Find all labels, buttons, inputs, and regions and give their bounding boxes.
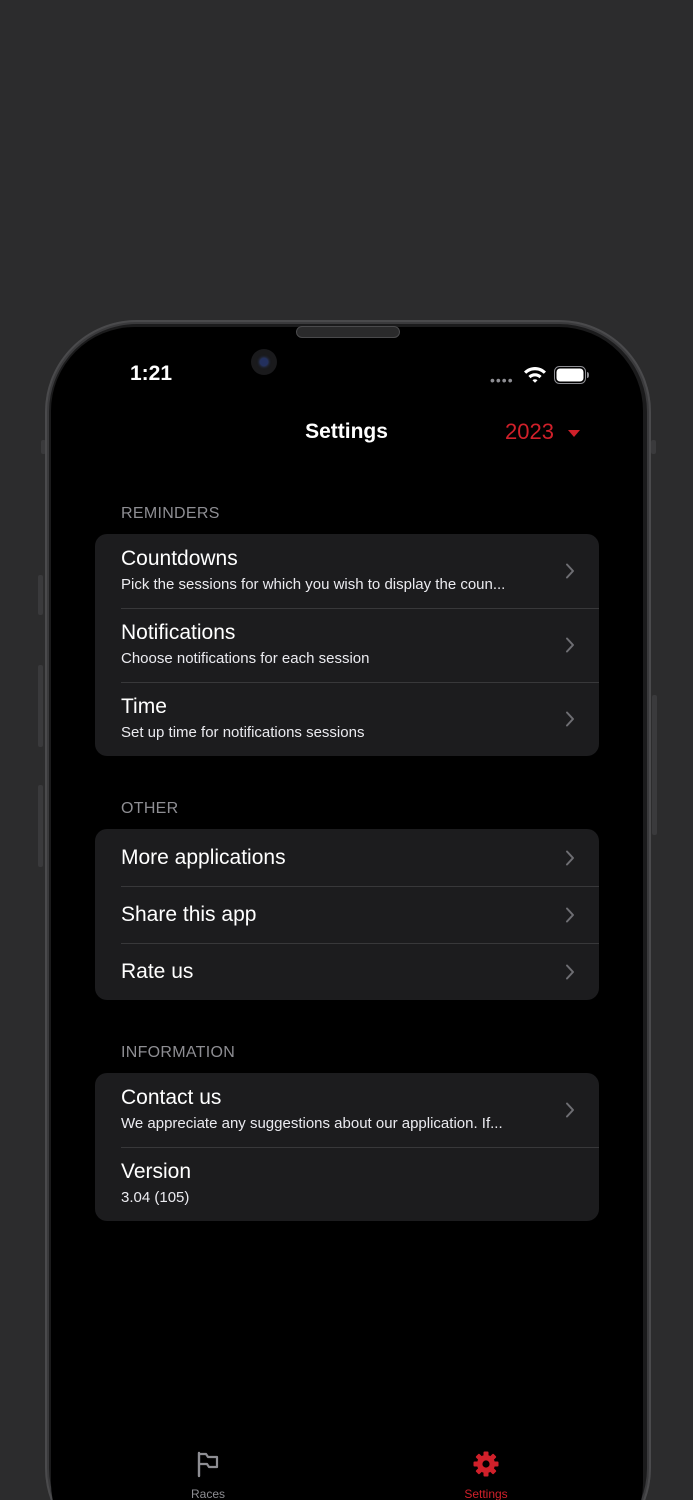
chevron-right-icon [566,850,574,866]
row-title: Rate us [121,960,194,983]
row-title: Notifications [121,621,236,644]
speaker-grille [296,326,400,338]
reminders-group: Countdowns Pick the sessions for which y… [95,534,599,756]
device-stage: 1:21 •••• Settings 2023 REMINDERS Countd… [0,0,693,1500]
more-applications-row[interactable]: More applications [95,829,599,886]
row-title: Countdowns [121,547,238,570]
notifications-row[interactable]: Notifications Choose notifications for e… [95,608,599,682]
flag-icon [197,1451,219,1478]
countdowns-row[interactable]: Countdowns Pick the sessions for which y… [95,534,599,608]
row-title: Version [121,1160,192,1183]
page-title: Settings [305,420,388,443]
chevron-right-icon [566,1102,574,1118]
section-header-other: OTHER [121,800,179,817]
row-title: Contact us [121,1086,222,1109]
version-row: Version 3.04 (105) [95,1147,599,1221]
gear-icon [473,1451,499,1477]
other-group: More applications Share this app Rate us [95,829,599,1000]
section-header-information: INFORMATION [121,1044,236,1061]
signal-dots-icon: •••• [490,372,514,388]
version-value: 3.04 (105) [121,1189,190,1206]
tab-settings[interactable]: Settings [451,1450,521,1500]
chevron-right-icon [566,563,574,579]
phone-volume-up [38,665,43,747]
chevron-right-icon [566,907,574,923]
battery-icon [554,366,589,384]
tab-label: Settings [464,1487,508,1500]
row-title: Share this app [121,903,257,926]
phone-volume-down [38,785,43,867]
share-app-row[interactable]: Share this app [95,886,599,943]
front-camera [251,349,277,375]
row-subtitle: Set up time for notifications sessions [121,724,365,741]
year-dropdown[interactable]: 2023 [505,419,580,445]
rate-us-row[interactable]: Rate us [95,943,599,1000]
chevron-right-icon [566,637,574,653]
row-title: Time [121,695,167,718]
tab-races[interactable]: Races [178,1450,238,1500]
chevron-right-icon [566,711,574,727]
wifi-icon [524,367,546,383]
contact-us-row[interactable]: Contact us We appreciate any suggestions… [95,1073,599,1147]
phone-power-button [652,695,657,835]
year-dropdown-value: 2023 [505,419,554,444]
row-subtitle: Pick the sessions for which you wish to … [121,576,506,593]
row-title: More applications [121,846,286,869]
information-group: Contact us We appreciate any suggestions… [95,1073,599,1221]
row-subtitle: Choose notifications for each session [121,650,370,667]
status-time: 1:21 [130,362,173,385]
time-row[interactable]: Time Set up time for notifications sessi… [95,682,599,756]
caret-down-icon [567,429,580,437]
section-header-reminders: REMINDERS [121,505,220,522]
tab-label: Races [190,1487,225,1500]
row-subtitle: We appreciate any suggestions about our … [121,1115,503,1132]
chevron-right-icon [566,964,574,980]
phone-silent-switch [38,575,43,615]
